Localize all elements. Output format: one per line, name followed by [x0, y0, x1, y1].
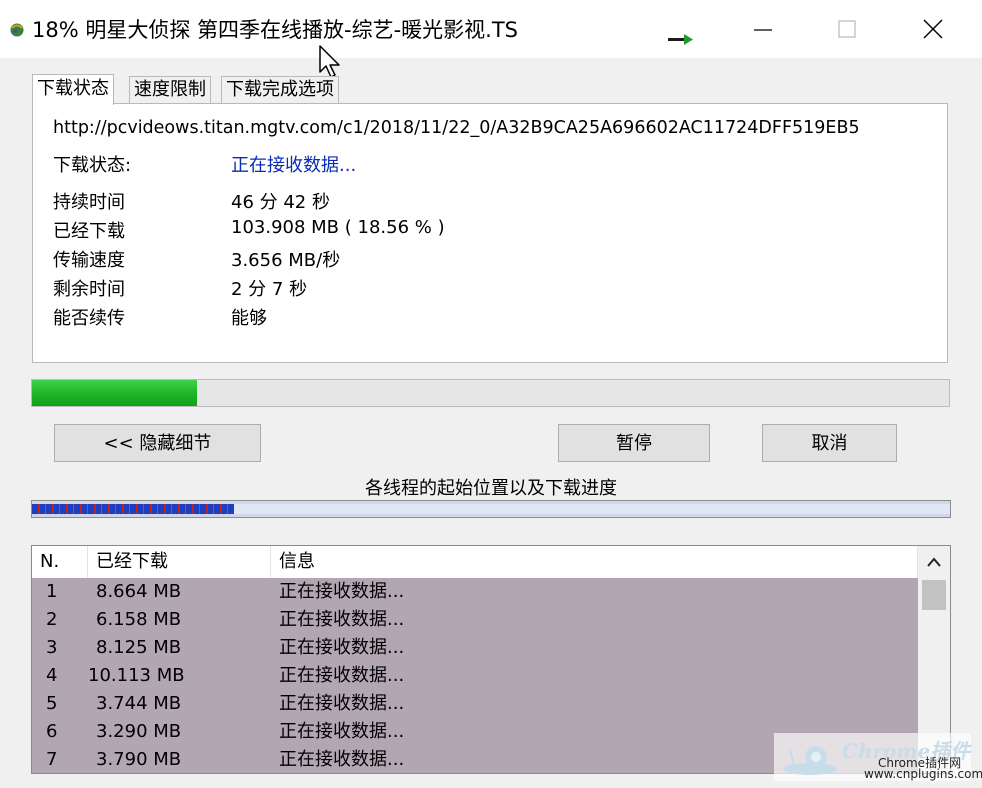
tab-speed-limit[interactable]: 速度限制	[129, 76, 211, 103]
idm-app-icon	[10, 23, 24, 37]
threads-caption-text: 各线程的起始位置以及下载进度	[365, 478, 617, 499]
hide-details-button[interactable]: << 隐藏细节	[54, 424, 261, 462]
cell-downloaded: 3.290 MB	[96, 721, 182, 742]
cell-number: 1	[46, 581, 58, 602]
close-button[interactable]	[898, 0, 968, 58]
threads-bar-fill	[32, 504, 234, 514]
cell-downloaded: 8.664 MB	[96, 581, 182, 602]
threads-progress-bar	[31, 500, 951, 518]
status-value: 正在接收数据...	[231, 155, 357, 176]
list-row[interactable]: 2 6.158 MB 正在接收数据...	[32, 606, 918, 634]
cell-number: 6	[46, 721, 58, 742]
transfer-speed-value: 3.656 MB/秒	[231, 250, 341, 271]
mouse-cursor-icon	[319, 45, 340, 78]
status-label: 下载状态:	[53, 155, 132, 176]
details-panel: http://pcvideows.titan.mgtv.com/c1/2018/…	[32, 103, 948, 363]
snail-logo-icon	[783, 746, 837, 775]
maximize-button[interactable]	[812, 0, 882, 58]
tab-download-status[interactable]: 下载状态	[32, 74, 114, 105]
download-progress-bar	[31, 379, 950, 407]
window-title: 18% 明星大侦探 第四季在线播放-综艺-暖光影视.TS	[32, 18, 519, 42]
title-bar: 18% 明星大侦探 第四季在线播放-综艺-暖光影视.TS	[0, 0, 982, 58]
threads-caption: 各线程的起始位置以及下载进度	[0, 474, 982, 500]
watermark: Chrome插件 Chrome插件网 www.cnplugins.com	[774, 733, 982, 781]
transfer-speed-label: 传输速度	[53, 250, 125, 271]
downloaded-label: 已经下载	[53, 221, 125, 242]
minimize-icon	[754, 29, 772, 31]
time-left-label: 剩余时间	[53, 279, 125, 300]
cell-info: 正在接收数据...	[279, 749, 405, 770]
cell-downloaded: 6.158 MB	[96, 609, 182, 630]
scroll-up-arrow-icon[interactable]	[926, 556, 942, 568]
resume-capability-label: 能否续传	[53, 308, 125, 329]
cell-downloaded: 3.744 MB	[96, 693, 182, 714]
cell-downloaded: 8.125 MB	[96, 637, 182, 658]
close-icon	[923, 19, 943, 39]
cell-number: 2	[46, 609, 58, 630]
list-row[interactable]: 4 10.113 MB 正在接收数据...	[32, 662, 918, 690]
download-url: http://pcvideows.titan.mgtv.com/c1/2018/…	[53, 118, 860, 138]
cell-downloaded: 10.113 MB	[88, 665, 185, 686]
downloaded-value: 103.908 MB ( 18.56 % )	[231, 217, 445, 238]
cell-downloaded: 3.790 MB	[96, 749, 182, 770]
elapsed-time-value: 46 分 42 秒	[231, 192, 330, 213]
list-row[interactable]: 1 8.664 MB 正在接收数据...	[32, 578, 918, 606]
cell-info: 正在接收数据...	[279, 637, 405, 658]
minimize-button[interactable]	[728, 0, 798, 58]
cancel-button[interactable]: 取消	[762, 424, 897, 462]
resume-capability-value: 能够	[231, 308, 267, 329]
cell-info: 正在接收数据...	[279, 721, 405, 742]
cell-number: 7	[46, 749, 58, 770]
watermark-url: www.cnplugins.com	[864, 767, 982, 781]
column-header-downloaded[interactable]: 已经下载	[88, 546, 271, 578]
list-row[interactable]: 5 3.744 MB 正在接收数据...	[32, 690, 918, 718]
pause-button[interactable]: 暂停	[558, 424, 710, 462]
cell-info: 正在接收数据...	[279, 581, 405, 602]
column-header-info[interactable]: 信息	[271, 546, 918, 578]
cell-number: 3	[46, 637, 58, 658]
tab-completion-options[interactable]: 下载完成选项	[221, 76, 339, 103]
column-header-number[interactable]: N.	[32, 546, 88, 578]
cell-number: 4	[46, 665, 58, 686]
cell-info: 正在接收数据...	[279, 609, 405, 630]
time-left-value: 2 分 7 秒	[231, 279, 308, 300]
download-arrow-icon	[668, 34, 693, 45]
list-header: N. 已经下载 信息	[32, 546, 918, 578]
maximize-icon	[838, 20, 856, 38]
cell-info: 正在接收数据...	[279, 665, 405, 686]
elapsed-time-label: 持续时间	[53, 192, 125, 213]
cell-number: 5	[46, 693, 58, 714]
list-row[interactable]: 3 8.125 MB 正在接收数据...	[32, 634, 918, 662]
download-progress-fill	[32, 380, 198, 406]
cell-info: 正在接收数据...	[279, 693, 405, 714]
scrollbar-thumb[interactable]	[922, 580, 946, 610]
